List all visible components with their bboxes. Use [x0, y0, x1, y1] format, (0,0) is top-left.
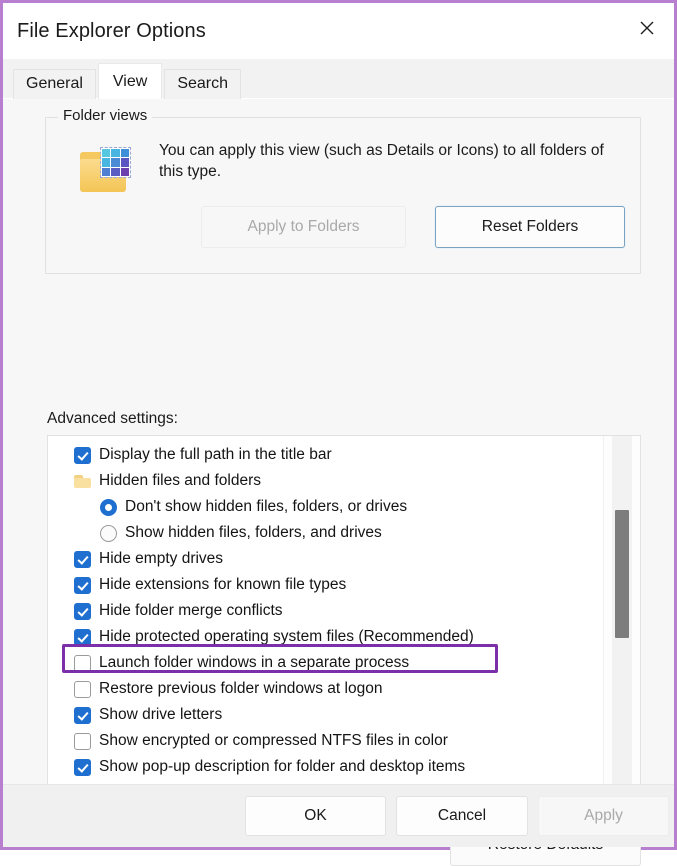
- list-item-label: Hide empty drives: [99, 546, 223, 572]
- checkbox-hide-merge-conflicts[interactable]: [74, 603, 91, 620]
- advanced-settings-list[interactable]: Display the full path in the title bar H…: [47, 435, 641, 791]
- checkbox-show-encrypted-color[interactable]: [74, 733, 91, 750]
- dialog-footer: OK Cancel Apply: [3, 784, 674, 847]
- list-item-label: Hidden files and folders: [99, 468, 261, 494]
- list-item-launch-folder-windows[interactable]: Launch folder windows in a separate proc…: [48, 650, 603, 676]
- list-item[interactable]: Hide extensions for known file types: [48, 572, 603, 598]
- folder-icon: [74, 474, 91, 489]
- radio-dont-show-hidden[interactable]: [100, 499, 117, 516]
- checkbox-launch-separate-process[interactable]: [74, 655, 91, 672]
- dialog-body: Folder views You can apply this view (su…: [3, 99, 674, 847]
- list-item[interactable]: Hide folder merge conflicts: [48, 598, 603, 624]
- advanced-settings-label: Advanced settings:: [47, 410, 178, 428]
- checkbox-hide-protected-os-files[interactable]: [74, 629, 91, 646]
- list-item-label: Launch folder windows in a separate proc…: [99, 650, 409, 676]
- list-item[interactable]: Show drive letters: [48, 702, 603, 728]
- list-item-label: Hide folder merge conflicts: [99, 598, 283, 624]
- list-item[interactable]: Don't show hidden files, folders, or dri…: [48, 494, 603, 520]
- list-item-label: Hide extensions for known file types: [99, 572, 346, 598]
- tab-bar: General View Search: [3, 59, 674, 99]
- checkbox-show-drive-letters[interactable]: [74, 707, 91, 724]
- checkbox-show-popup-description[interactable]: [74, 759, 91, 776]
- list-item[interactable]: Show encrypted or compressed NTFS files …: [48, 728, 603, 754]
- folder-views-description: You can apply this view (such as Details…: [159, 140, 609, 182]
- file-explorer-options-dialog: File Explorer Options General View Searc…: [0, 0, 677, 850]
- list-item-label: Restore previous folder windows at logon: [99, 676, 382, 702]
- folder-with-grid-icon: [78, 148, 134, 198]
- list-item[interactable]: Restore previous folder windows at logon: [48, 676, 603, 702]
- tab-search[interactable]: Search: [164, 69, 241, 99]
- list-item-label: Show hidden files, folders, and drives: [125, 520, 382, 546]
- list-item[interactable]: Show hidden files, folders, and drives: [48, 520, 603, 546]
- list-item-label: Display the full path in the title bar: [99, 442, 332, 468]
- scrollbar-thumb[interactable]: [615, 510, 629, 638]
- list-item-label: Hide protected operating system files (R…: [99, 624, 474, 650]
- list-item-label: Show pop-up description for folder and d…: [99, 754, 465, 780]
- close-icon[interactable]: [620, 3, 674, 53]
- title-bar: File Explorer Options: [3, 3, 674, 59]
- advanced-settings-rows: Display the full path in the title bar H…: [48, 442, 603, 791]
- apply-to-folders-button[interactable]: Apply to Folders: [201, 206, 406, 248]
- list-item[interactable]: Hidden files and folders: [48, 468, 603, 494]
- list-item-label: Show drive letters: [99, 702, 222, 728]
- list-item[interactable]: Hide protected operating system files (R…: [48, 624, 603, 650]
- page-title: File Explorer Options: [17, 20, 206, 43]
- list-item[interactable]: Display the full path in the title bar: [48, 442, 603, 468]
- folder-views-legend: Folder views: [58, 107, 152, 124]
- list-item-label: Don't show hidden files, folders, or dri…: [125, 494, 407, 520]
- tab-general[interactable]: General: [13, 69, 96, 99]
- checkbox-hide-extensions[interactable]: [74, 577, 91, 594]
- list-item[interactable]: Show pop-up description for folder and d…: [48, 754, 603, 780]
- checkbox-hide-empty-drives[interactable]: [74, 551, 91, 568]
- list-item-label: Show encrypted or compressed NTFS files …: [99, 728, 448, 754]
- apply-button[interactable]: Apply: [538, 796, 669, 836]
- reset-folders-button[interactable]: Reset Folders: [435, 206, 625, 248]
- tab-view[interactable]: View: [98, 63, 162, 99]
- folder-views-group: Folder views You can apply this view (su…: [45, 117, 641, 274]
- checkbox-restore-previous-windows[interactable]: [74, 681, 91, 698]
- cancel-button[interactable]: Cancel: [396, 796, 528, 836]
- checkbox-display-full-path[interactable]: [74, 447, 91, 464]
- list-scrollbar[interactable]: [603, 436, 640, 790]
- ok-button[interactable]: OK: [245, 796, 386, 836]
- list-item[interactable]: Hide empty drives: [48, 546, 603, 572]
- radio-show-hidden[interactable]: [100, 525, 117, 542]
